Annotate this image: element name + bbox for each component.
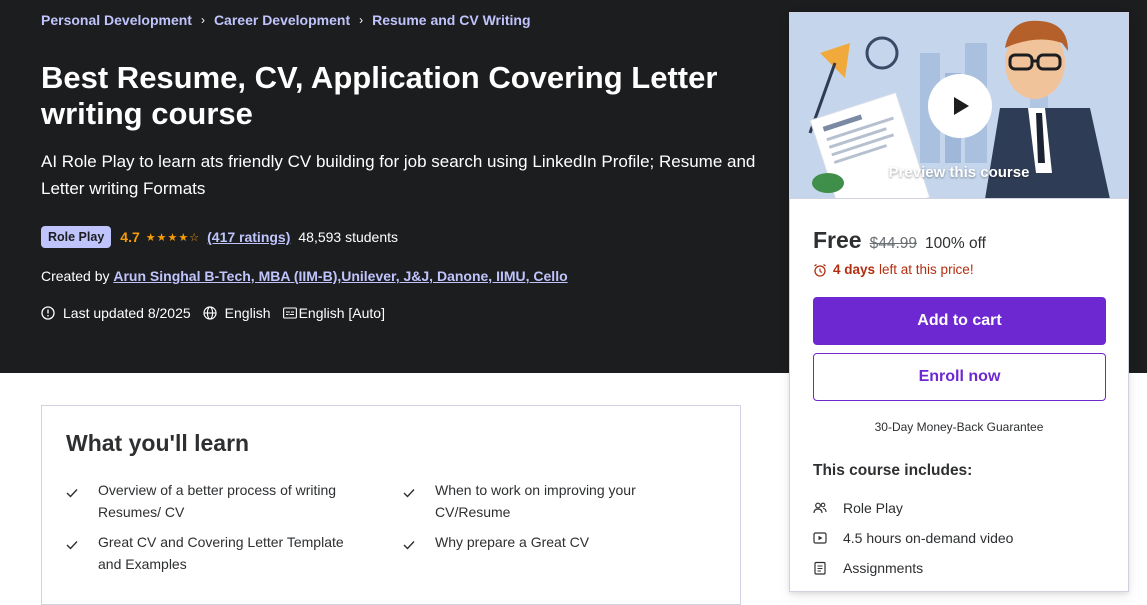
rating-row: Role Play 4.7 ★ ★ ★ ★ ☆ (417 ratings) 48… xyxy=(41,226,398,248)
play-icon xyxy=(954,97,969,115)
star-rating: ★ ★ ★ ★ ☆ xyxy=(146,231,200,244)
enroll-now-button[interactable]: Enroll now xyxy=(813,353,1106,401)
learn-item: When to work on improving your CV/Resume xyxy=(403,479,693,523)
learn-item-text: Why prepare a Great CV xyxy=(435,534,590,550)
timer-text: left at this price! xyxy=(879,262,974,277)
chevron-right-icon: › xyxy=(200,13,205,27)
language: English xyxy=(203,305,271,321)
course-includes-list: Role Play 4.5 hours on-demand video Assi… xyxy=(813,493,1013,583)
add-to-cart-button[interactable]: Add to cart xyxy=(813,297,1106,345)
learn-title: What you'll learn xyxy=(66,430,250,456)
learn-item: Why prepare a Great CV xyxy=(403,531,693,556)
include-item-role-play: Role Play xyxy=(813,493,1013,523)
price-row: Free $44.99 100% off xyxy=(813,227,986,254)
globe-icon xyxy=(203,306,217,320)
include-item-label: 4.5 hours on-demand video xyxy=(843,530,1014,546)
includes-title: This course includes: xyxy=(813,462,973,479)
students-count: 48,593 students xyxy=(298,229,399,245)
include-item-assignments: Assignments xyxy=(813,553,1013,583)
timer-days: 4 days xyxy=(833,262,876,277)
original-price: $44.99 xyxy=(869,235,918,252)
learn-item-text: Overview of a better process of writing … xyxy=(98,482,337,520)
check-icon xyxy=(66,531,98,575)
captions: English [Auto] xyxy=(282,305,385,321)
ratings-count-link[interactable]: (417 ratings) xyxy=(207,229,290,245)
play-button[interactable] xyxy=(928,74,992,138)
include-item-label: Assignments xyxy=(843,560,924,576)
star-icon: ★ xyxy=(178,231,189,244)
rating-value: 4.7 xyxy=(120,229,140,245)
breadcrumb-link-resume-cv-writing[interactable]: Resume and CV Writing xyxy=(372,12,530,28)
current-price: Free xyxy=(813,227,862,253)
star-icon: ★ xyxy=(167,231,178,244)
preview-label: Preview this course xyxy=(888,164,1030,181)
breadcrumb-link-personal-development[interactable]: Personal Development xyxy=(41,12,192,28)
course-preview[interactable]: Preview this course xyxy=(790,13,1128,199)
closed-captions-icon xyxy=(282,307,297,319)
what-youll-learn-box: What you'll learn Overview of a better p… xyxy=(41,405,741,605)
role-play-badge: Role Play xyxy=(41,226,112,248)
include-item-label: Role Play xyxy=(843,500,903,516)
check-icon xyxy=(403,479,435,523)
learn-item: Overview of a better process of writing … xyxy=(66,479,356,523)
star-icon: ★ xyxy=(156,231,167,244)
alarm-clock-icon xyxy=(814,263,826,277)
assignment-icon xyxy=(814,561,826,575)
breadcrumb: Personal Development › Career Developmen… xyxy=(41,12,531,28)
check-icon xyxy=(66,479,98,523)
check-icon xyxy=(403,531,435,556)
chevron-right-icon: › xyxy=(359,13,364,27)
half-star-icon: ☆ xyxy=(189,231,200,244)
created-by-label: Created by xyxy=(41,268,110,284)
last-updated-text: Last updated 8/2025 xyxy=(63,305,191,321)
price-timer: 4 days left at this price! xyxy=(813,262,974,277)
role-play-icon xyxy=(813,502,827,514)
last-updated: Last updated 8/2025 xyxy=(41,305,191,321)
learn-item-text: Great CV and Covering Letter Template an… xyxy=(98,534,344,572)
include-item-video: 4.5 hours on-demand video xyxy=(813,523,1013,553)
money-back-guarantee: 30-Day Money-Back Guarantee xyxy=(874,420,1044,434)
course-title: Best Resume, CV, Application Covering Le… xyxy=(41,60,718,131)
course-subtitle: AI Role Play to learn ats friendly CV bu… xyxy=(41,152,756,198)
learn-item-text: When to work on improving your CV/Resume xyxy=(435,482,636,520)
alert-clock-icon xyxy=(41,306,55,320)
language-text: English xyxy=(224,305,271,321)
discount-percent: 100% off xyxy=(925,235,986,252)
instructor-link[interactable]: Arun Singhal B-Tech, MBA (IIM-B),Unileve… xyxy=(113,268,567,284)
course-meta: Last updated 8/2025 English English [Aut… xyxy=(41,305,385,321)
purchase-card: Preview this course Free $44.99 100% off… xyxy=(789,12,1129,592)
breadcrumb-link-career-development[interactable]: Career Development xyxy=(214,12,350,28)
video-icon xyxy=(813,532,827,544)
star-icon: ★ xyxy=(145,231,156,244)
captions-text: English [Auto] xyxy=(298,305,385,321)
created-by-row: Created by Arun Singhal B-Tech, MBA (IIM… xyxy=(41,268,568,284)
learn-item: Great CV and Covering Letter Template an… xyxy=(66,531,356,575)
